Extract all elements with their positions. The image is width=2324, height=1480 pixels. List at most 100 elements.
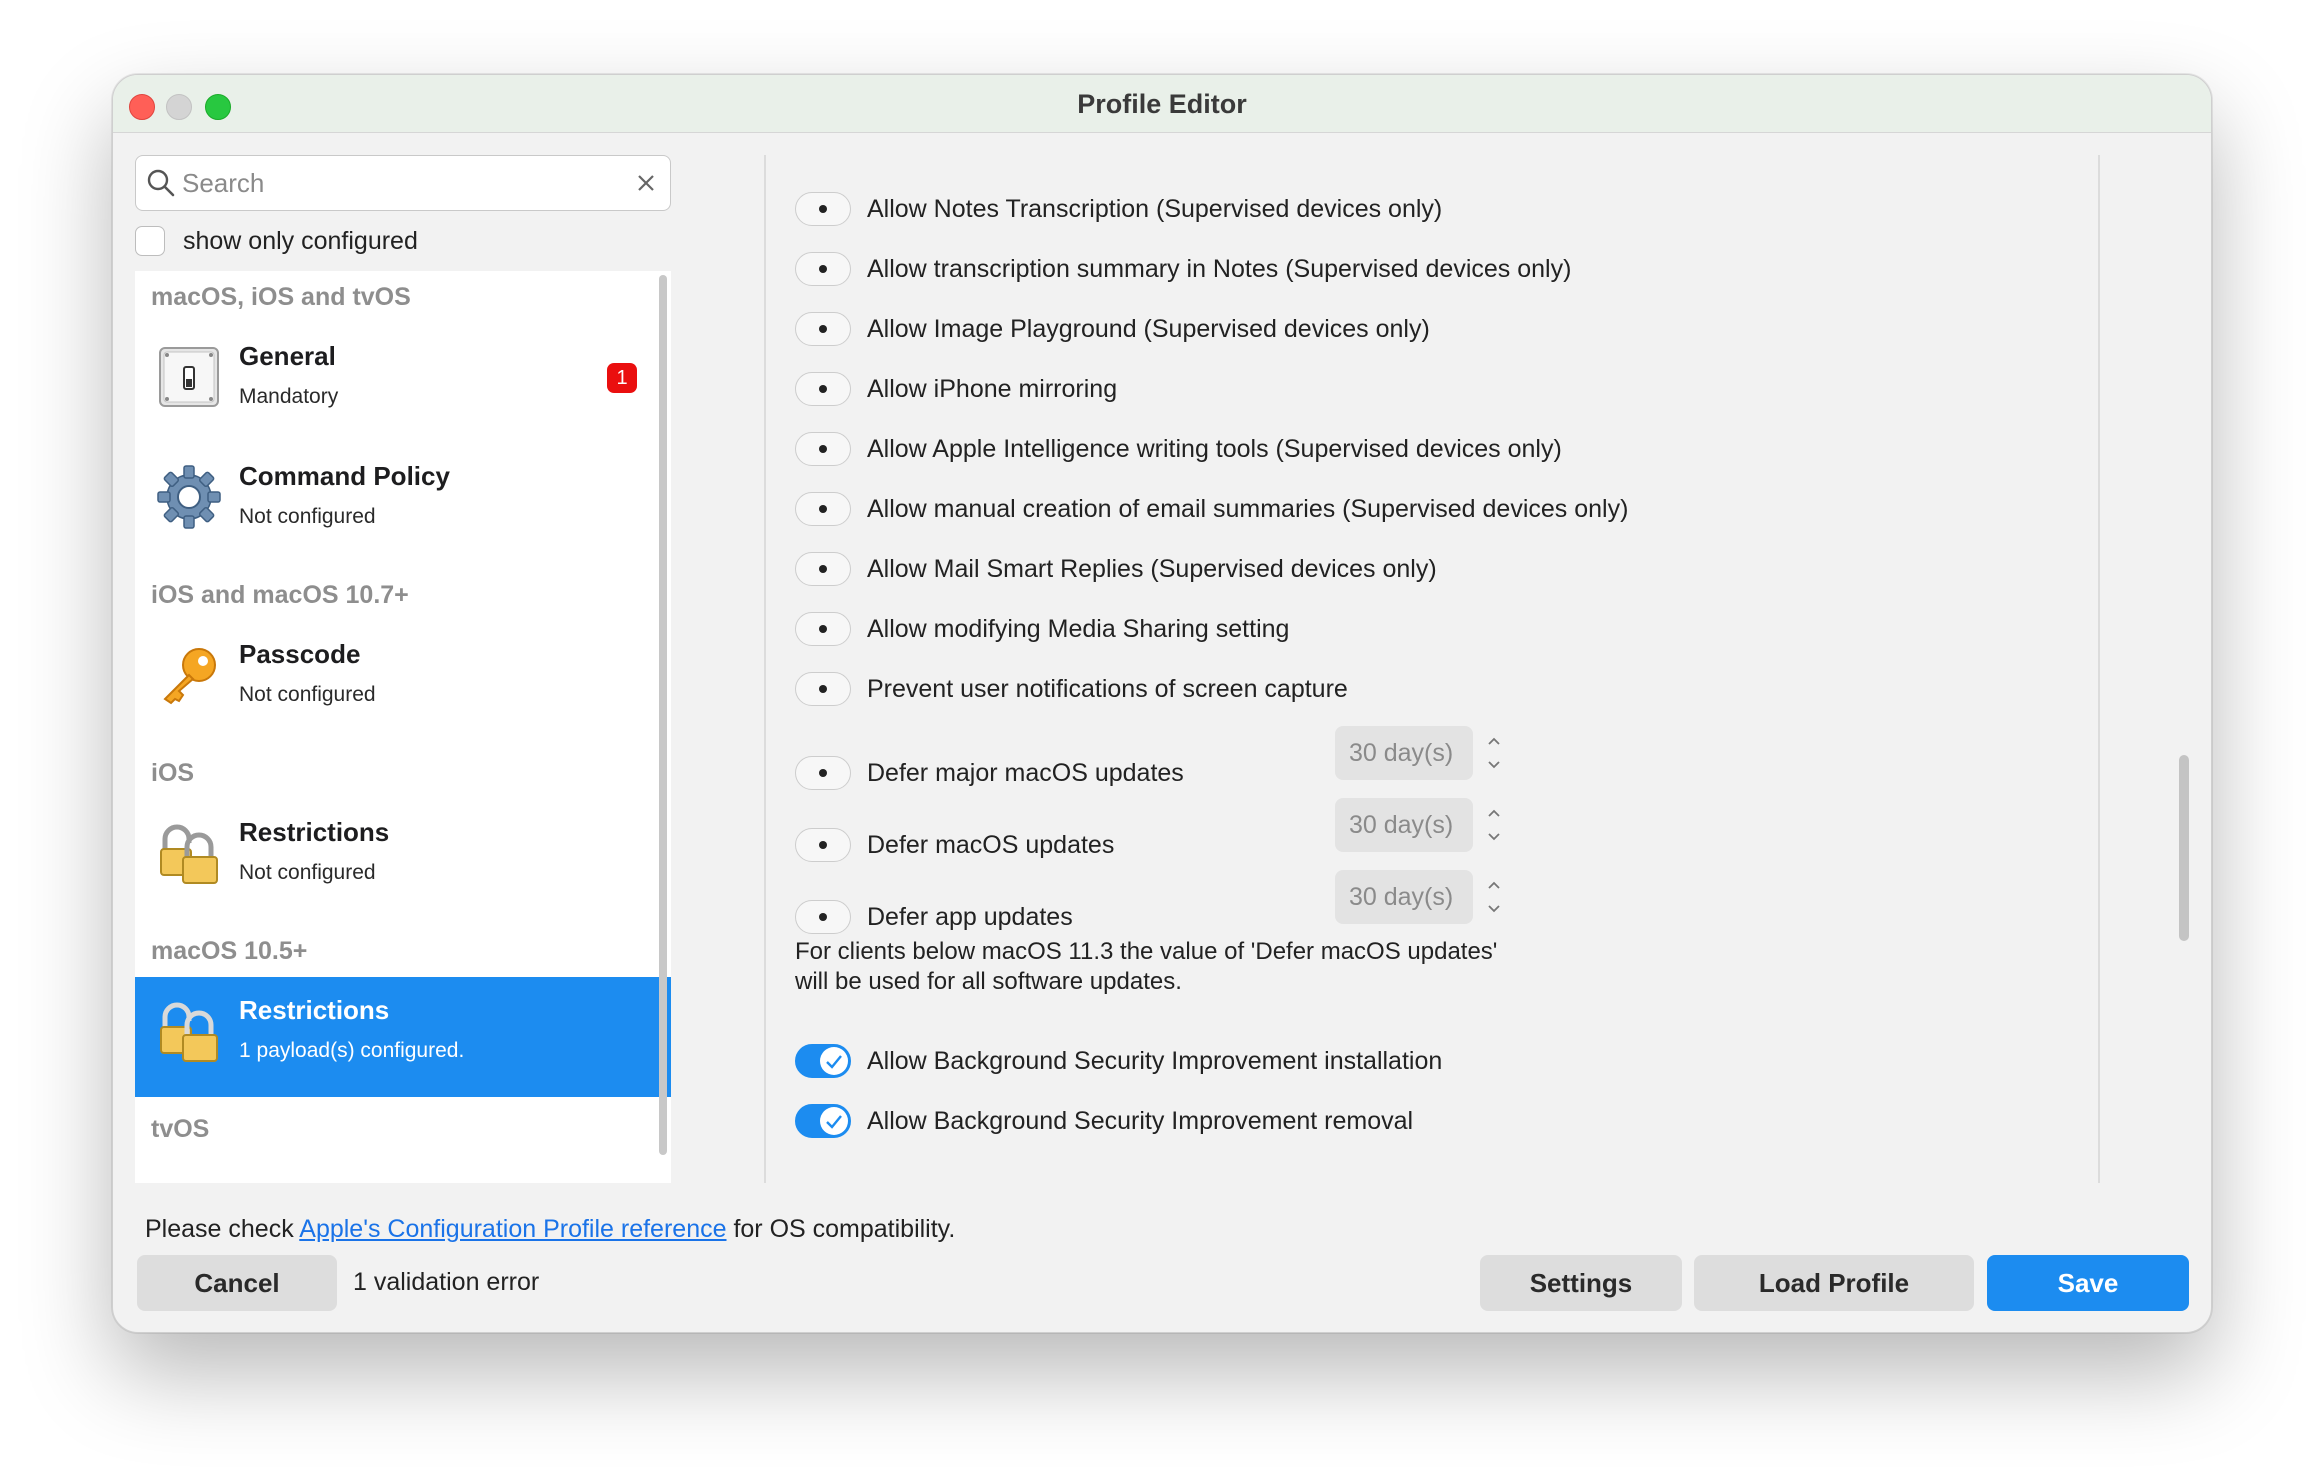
profile-editor-window: Profile Editor show only configured macO… <box>112 74 2212 1333</box>
item-title: Command Policy <box>239 461 450 491</box>
tristate-toggle[interactable] <box>795 312 851 346</box>
show-only-configured-checkbox[interactable] <box>135 226 165 256</box>
content-scrollbar[interactable] <box>2179 755 2189 941</box>
defer-major-days-field[interactable]: 30 day(s) <box>1335 726 1473 780</box>
tristate-toggle[interactable] <box>795 900 851 934</box>
deferral-note: For clients below macOS 11.3 the value o… <box>795 937 1497 997</box>
sidebar-item-general[interactable]: General Mandatory 1 <box>135 323 671 443</box>
option-row[interactable]: Allow manual creation of email summaries… <box>795 489 1628 529</box>
group-header-macos-ios-tvos: macOS, iOS and tvOS <box>151 283 411 311</box>
option-label: Allow Image Playground (Supervised devic… <box>867 314 1430 343</box>
tristate-toggle[interactable] <box>795 552 851 586</box>
load-profile-button[interactable]: Load Profile <box>1694 1255 1974 1311</box>
note-suffix: for OS compatibility. <box>726 1215 956 1243</box>
option-row[interactable]: Allow Image Playground (Supervised devic… <box>795 309 1430 349</box>
option-label: Allow Notes Transcription (Supervised de… <box>867 194 1443 223</box>
config-profile-reference-link[interactable]: Apple's Configuration Profile reference <box>299 1215 726 1243</box>
item-subtitle: 1 payload(s) configured. <box>239 1039 465 1062</box>
stepper-icon[interactable] <box>1481 726 1507 780</box>
option-row[interactable]: Allow Notes Transcription (Supervised de… <box>795 189 1442 229</box>
pane-divider <box>2098 155 2100 1183</box>
stepper-icon[interactable] <box>1481 870 1507 924</box>
bsi-row[interactable]: Allow Background Security Improvement re… <box>795 1101 1413 1141</box>
window-title: Profile Editor <box>1077 89 1247 119</box>
save-button[interactable]: Save <box>1987 1255 2189 1311</box>
option-label: Allow Mail Smart Replies (Supervised dev… <box>867 554 1437 583</box>
key-icon <box>163 648 216 705</box>
checkmark-icon <box>826 1055 842 1069</box>
deferral-row[interactable]: Defer major macOS updates <box>795 753 1184 793</box>
sidebar-item-restrictions-macos[interactable]: Restrictions 1 payload(s) configured. <box>135 977 671 1097</box>
validation-status: 1 validation error <box>353 1268 540 1296</box>
tristate-toggle[interactable] <box>795 432 851 466</box>
option-row[interactable]: Prevent user notifications of screen cap… <box>795 669 1348 709</box>
option-label: Prevent user notifications of screen cap… <box>867 674 1348 703</box>
tristate-toggle[interactable] <box>795 612 851 646</box>
group-header-ios: iOS <box>151 759 195 787</box>
settings-button[interactable]: Settings <box>1480 1255 1682 1311</box>
checked-toggle[interactable] <box>795 1044 851 1078</box>
deferral-label: Defer macOS updates <box>867 830 1115 859</box>
option-label: Allow manual creation of email summaries… <box>867 494 1629 523</box>
option-label: Allow Background Security Improvement in… <box>867 1046 1443 1075</box>
deferral-note-line: will be used for all software updates. <box>795 968 1182 995</box>
option-label: Allow iPhone mirroring <box>867 374 1118 403</box>
defer-app-days-field[interactable]: 30 day(s) <box>1335 870 1473 924</box>
deferral-row[interactable]: Defer macOS updates <box>795 825 1114 865</box>
padlock-icon <box>160 1002 218 1062</box>
tristate-toggle[interactable] <box>795 672 851 706</box>
option-row[interactable]: Allow Mail Smart Replies (Supervised dev… <box>795 549 1437 589</box>
sidebar-item-passcode[interactable]: Passcode Not configured <box>135 621 671 741</box>
option-row[interactable]: Allow Apple Intelligence writing tools (… <box>795 429 1562 469</box>
sidebar-item-command-policy[interactable]: Command Policy Not configured <box>135 443 671 563</box>
switch-icon <box>159 347 219 407</box>
tristate-toggle[interactable] <box>795 756 851 790</box>
pane-divider <box>764 155 766 1183</box>
item-subtitle: Not configured <box>239 683 376 706</box>
show-only-configured-row[interactable]: show only configured <box>135 223 418 259</box>
sidebar-item-restrictions-ios[interactable]: Restrictions Not configured <box>135 799 671 919</box>
tristate-toggle[interactable] <box>795 192 851 226</box>
item-title: Restrictions <box>239 817 390 847</box>
bsi-row[interactable]: Allow Background Security Improvement in… <box>795 1041 1442 1081</box>
clear-search-icon[interactable] <box>632 169 660 197</box>
tristate-toggle[interactable] <box>795 252 851 286</box>
tristate-toggle[interactable] <box>795 828 851 862</box>
tristate-toggle[interactable] <box>795 372 851 406</box>
deferral-note-line: For clients below macOS 11.3 the value o… <box>795 938 1498 965</box>
item-subtitle: Not configured <box>239 505 376 528</box>
payload-list[interactable]: macOS, iOS and tvOS General Mandatory 1 <box>135 271 671 1183</box>
deferral-row[interactable]: Defer app updates <box>795 897 1073 937</box>
stepper-icon[interactable] <box>1481 798 1507 852</box>
option-label: Allow Apple Intelligence writing tools (… <box>867 434 1562 463</box>
search-input[interactable] <box>182 164 622 202</box>
item-subtitle: Not configured <box>239 861 376 884</box>
option-row[interactable]: Allow transcription summary in Notes (Su… <box>795 249 1571 289</box>
note-prefix: Please check <box>145 1215 300 1243</box>
item-title: Restrictions <box>239 995 390 1025</box>
deferral-label: Defer major macOS updates <box>867 758 1184 787</box>
search-field[interactable] <box>135 155 671 211</box>
search-icon <box>147 169 175 197</box>
gear-icon <box>157 465 221 529</box>
checked-toggle[interactable] <box>795 1104 851 1138</box>
show-only-configured-label: show only configured <box>183 226 418 255</box>
option-row[interactable]: Allow iPhone mirroring <box>795 369 1117 409</box>
defer-macos-days-field[interactable]: 30 day(s) <box>1335 798 1473 852</box>
option-row[interactable]: Allow modifying Media Sharing setting <box>795 609 1289 649</box>
option-label: Allow transcription summary in Notes (Su… <box>867 254 1572 283</box>
cancel-button[interactable]: Cancel <box>137 1255 337 1311</box>
group-header-macos-105: macOS 10.5+ <box>151 937 308 965</box>
sidebar-scrollbar[interactable] <box>659 275 667 1155</box>
tristate-toggle[interactable] <box>795 492 851 526</box>
checkmark-icon <box>826 1115 842 1129</box>
item-title: General <box>239 341 336 371</box>
option-label: Allow Background Security Improvement re… <box>867 1106 1414 1135</box>
compatibility-note: Please check Apple's Configuration Profi… <box>145 1215 955 1244</box>
error-badge: 1 <box>607 363 637 393</box>
title-bar: Profile Editor <box>113 75 2211 133</box>
item-title: Passcode <box>239 639 361 669</box>
item-subtitle: Mandatory <box>239 385 339 408</box>
group-header-ios-macos-107: iOS and macOS 10.7+ <box>151 581 409 609</box>
option-label: Allow modifying Media Sharing setting <box>867 614 1290 643</box>
